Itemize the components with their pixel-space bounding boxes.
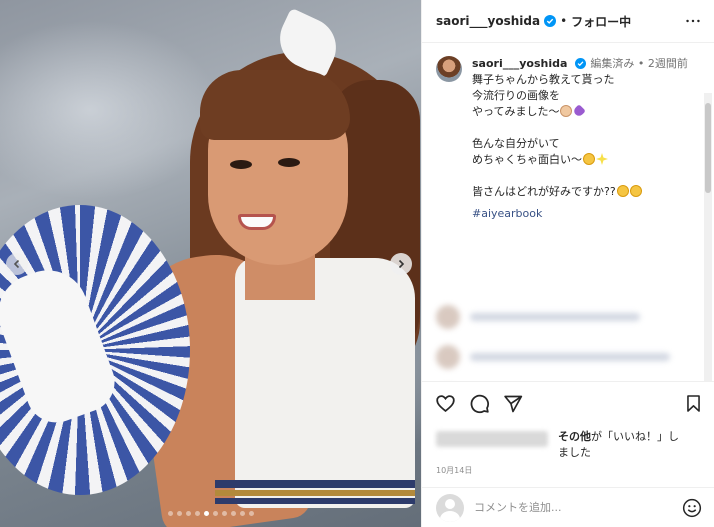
photo-bg-cloud xyxy=(0,20,220,200)
caption-line: めちゃくちゃ面白い〜 xyxy=(472,153,582,166)
person-emoji-icon xyxy=(560,105,573,117)
comments-scrollbar[interactable] xyxy=(704,93,712,381)
comment-icon[interactable] xyxy=(468,393,490,415)
carousel-dot xyxy=(167,511,173,516)
avatar[interactable] xyxy=(436,56,462,82)
comments-section: saori___yoshida 編集済み • 2週間前 舞子ちゃんから教えて貰っ… xyxy=(422,43,714,381)
carousel-dot xyxy=(203,511,209,516)
emoji-icon[interactable] xyxy=(682,498,702,518)
carousel-dot xyxy=(185,511,191,516)
post-header: saori___yoshida • フォロー中 xyxy=(422,0,714,43)
carousel-dot xyxy=(221,511,227,516)
caption-line: 皆さんはどれが好みですか?? xyxy=(472,185,616,198)
caption-edited: 編集済み xyxy=(590,57,635,70)
caption-line: 色んな自分がいて xyxy=(472,137,560,150)
carousel-dot xyxy=(194,511,200,516)
chevron-left-icon xyxy=(13,259,20,269)
carousel-next-button[interactable] xyxy=(390,253,412,275)
post-photo[interactable] xyxy=(0,0,421,527)
grinning-emoji-icon xyxy=(629,185,642,197)
bookmark-icon[interactable] xyxy=(682,393,704,415)
carousel-indicator xyxy=(0,511,421,516)
photo-stripe xyxy=(215,480,415,488)
caption-line: 舞子ちゃんから教えて貰った xyxy=(472,73,615,86)
sparkle-emoji-icon xyxy=(596,153,608,165)
likes-text[interactable]: その他が「いいね！」し ました xyxy=(558,429,679,461)
photo-stripe xyxy=(215,498,415,504)
more-icon[interactable] xyxy=(684,12,702,30)
likes-text-line2: ました xyxy=(558,446,591,459)
carousel-dot xyxy=(212,511,218,516)
chevron-right-icon xyxy=(398,259,405,269)
comment-box xyxy=(422,487,714,527)
purple-heart-emoji-icon xyxy=(572,104,587,118)
share-icon[interactable] xyxy=(502,393,524,415)
grinning-emoji-icon xyxy=(616,185,629,197)
header-username[interactable]: saori___yoshida xyxy=(436,14,540,28)
carousel-dot xyxy=(230,511,236,516)
caption: saori___yoshida 編集済み • 2週間前 舞子ちゃんから教えて貰っ… xyxy=(436,56,700,222)
caption-line: やってみました〜 xyxy=(472,105,560,118)
likes-others[interactable]: その他 xyxy=(558,430,591,443)
following-button[interactable]: フォロー中 xyxy=(571,13,631,30)
photo-stripe xyxy=(215,490,415,496)
caption-time[interactable]: 2週間前 xyxy=(648,57,688,70)
verified-badge-icon xyxy=(544,15,557,27)
carousel-dot xyxy=(239,511,245,516)
photo-bangs xyxy=(200,70,350,140)
caption-username[interactable]: saori___yoshida xyxy=(472,57,567,70)
heart-icon[interactable] xyxy=(434,393,456,415)
post-side-panel: saori___yoshida • フォロー中 saori___yoshida xyxy=(421,0,714,527)
comment-input[interactable] xyxy=(474,501,682,514)
caption-separator: • xyxy=(637,57,645,70)
post-date[interactable]: 10月14日 xyxy=(422,461,714,487)
carousel-dot xyxy=(248,511,254,516)
hashtag-link[interactable]: #aiyearbook xyxy=(472,206,688,222)
photo-eye xyxy=(278,158,300,167)
photo-smile xyxy=(238,214,276,230)
laughing-emoji-icon xyxy=(583,153,595,165)
photo-eye xyxy=(230,160,252,169)
verified-badge-icon xyxy=(574,58,587,70)
carousel-dot xyxy=(176,511,182,516)
likes-summary: その他が「いいね！」し ました xyxy=(422,425,714,461)
caption-text: saori___yoshida 編集済み • 2週間前 舞子ちゃんから教えて貰っ… xyxy=(472,56,688,222)
blurred-likers xyxy=(436,431,548,447)
caption-line: 今流行りの画像を xyxy=(472,89,560,102)
carousel-prev-button[interactable] xyxy=(6,253,28,275)
header-separator: • xyxy=(560,14,568,28)
scrollbar-thumb[interactable] xyxy=(705,103,711,193)
instagram-post: saori___yoshida • フォロー中 saori___yoshida xyxy=(0,0,714,527)
avatar xyxy=(436,493,464,522)
action-bar xyxy=(422,381,714,425)
blurred-comments xyxy=(436,305,700,381)
likes-text-rest: が「いいね！」し xyxy=(591,430,679,443)
